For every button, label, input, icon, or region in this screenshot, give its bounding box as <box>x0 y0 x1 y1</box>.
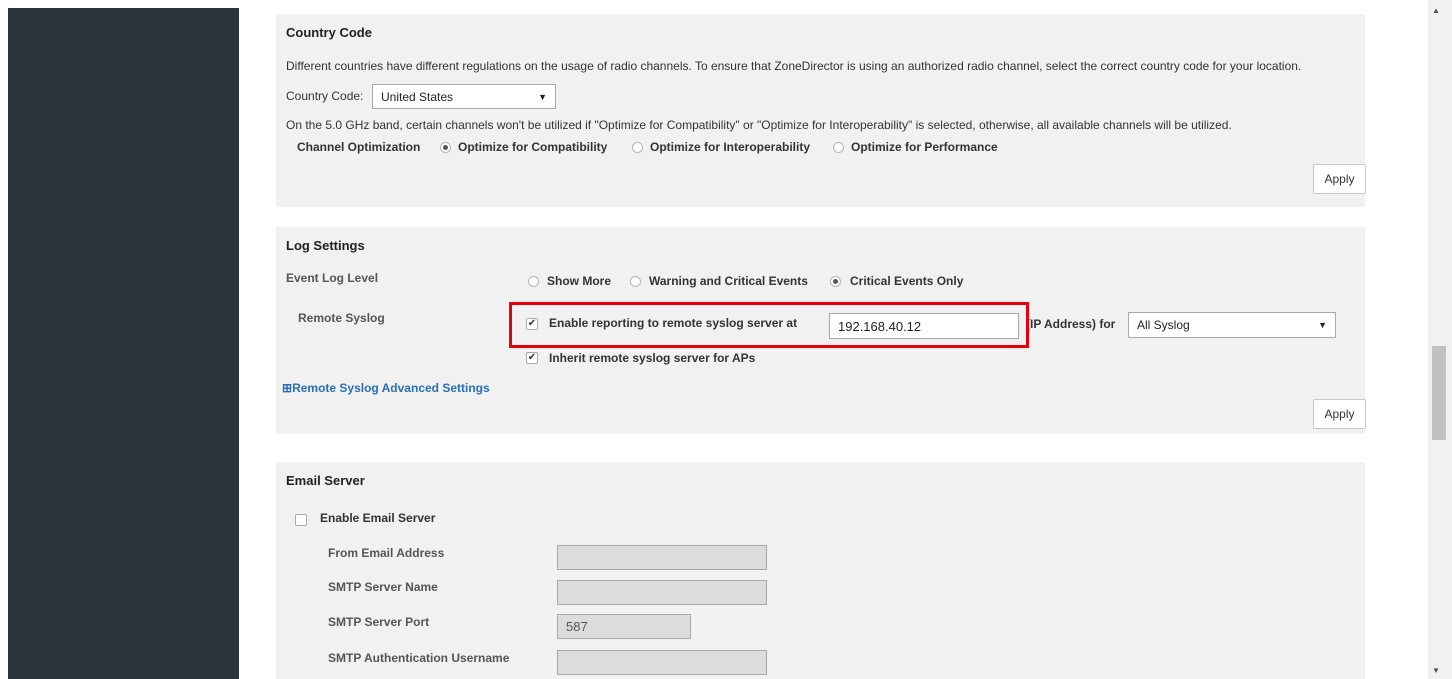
country-code-field-label: Country Code: <box>286 89 364 103</box>
from-email-input[interactable] <box>557 545 767 570</box>
smtp-server-name-input[interactable] <box>557 580 767 605</box>
radio-optimize-interoperability[interactable] <box>632 142 643 153</box>
radio-optimize-performance[interactable] <box>833 142 844 153</box>
smtp-server-port-label: SMTP Server Port <box>328 615 430 629</box>
event-log-level-label: Event Log Level <box>286 271 379 285</box>
radio-optimize-interoperability-label[interactable]: Optimize for Interoperability <box>650 140 810 154</box>
log-settings-apply-button[interactable]: Apply <box>1313 399 1366 429</box>
radio-optimize-compatibility-label[interactable]: Optimize for Compatibility <box>458 140 607 154</box>
scroll-up-icon[interactable]: ▲ <box>1432 6 1440 15</box>
radio-show-more-label[interactable]: Show More <box>547 274 611 288</box>
radio-warning-critical[interactable] <box>630 276 641 287</box>
remote-syslog-label: Remote Syslog <box>298 311 385 325</box>
country-code-select[interactable]: United States ▼ <box>372 84 556 109</box>
syslog-type-select[interactable]: All Syslog ▼ <box>1128 312 1336 338</box>
enable-email-server-checkbox[interactable] <box>295 514 307 526</box>
smtp-auth-username-input[interactable] <box>557 650 767 675</box>
country-code-select-value: United States <box>381 89 454 104</box>
inherit-syslog-label[interactable]: Inherit remote syslog server for APs <box>549 351 755 365</box>
country-code-apply-button[interactable]: Apply <box>1313 164 1366 194</box>
radio-optimize-compatibility[interactable] <box>440 142 451 153</box>
smtp-auth-username-label: SMTP Authentication Username <box>328 651 510 665</box>
vertical-scrollbar[interactable] <box>1428 0 1452 679</box>
scrollbar-thumb[interactable] <box>1432 346 1446 440</box>
annotation-highlight-box <box>509 302 1029 348</box>
radio-optimize-performance-label[interactable]: Optimize for Performance <box>851 140 998 154</box>
band-note: On the 5.0 GHz band, certain channels wo… <box>286 118 1232 132</box>
chevron-down-icon: ▼ <box>538 91 547 102</box>
country-code-title: Country Code <box>286 25 372 40</box>
email-server-panel: Email Server Enable Email Server From Em… <box>276 462 1365 679</box>
expand-icon: ⊞ <box>282 381 293 395</box>
radio-warning-critical-label[interactable]: Warning and Critical Events <box>649 274 808 288</box>
country-code-panel: Country Code Different countries have di… <box>276 14 1366 207</box>
enable-email-server-label[interactable]: Enable Email Server <box>320 511 435 525</box>
log-settings-title: Log Settings <box>286 238 365 253</box>
smtp-server-name-label: SMTP Server Name <box>328 580 438 594</box>
syslog-type-select-value: All Syslog <box>1137 318 1190 332</box>
remote-syslog-advanced-label: Remote Syslog Advanced Settings <box>292 381 490 395</box>
country-code-description: Different countries have different regul… <box>286 59 1302 73</box>
remote-syslog-advanced-link[interactable]: ⊞Remote Syslog Advanced Settings <box>282 381 490 395</box>
from-email-label: From Email Address <box>328 546 445 560</box>
radio-critical-only-label[interactable]: Critical Events Only <box>850 274 963 288</box>
chevron-down-icon: ▼ <box>1318 320 1327 330</box>
ip-address-suffix: (IP Address) for <box>1026 317 1116 331</box>
channel-optimization-label: Channel Optimization <box>297 140 421 154</box>
radio-critical-only[interactable] <box>830 276 841 287</box>
email-server-title: Email Server <box>286 473 365 488</box>
inherit-syslog-checkbox[interactable]: ✔ <box>526 352 538 364</box>
radio-show-more[interactable] <box>528 276 539 287</box>
scroll-down-icon[interactable]: ▼ <box>1432 666 1440 675</box>
sidebar <box>8 8 239 679</box>
smtp-server-port-input[interactable] <box>557 614 691 639</box>
